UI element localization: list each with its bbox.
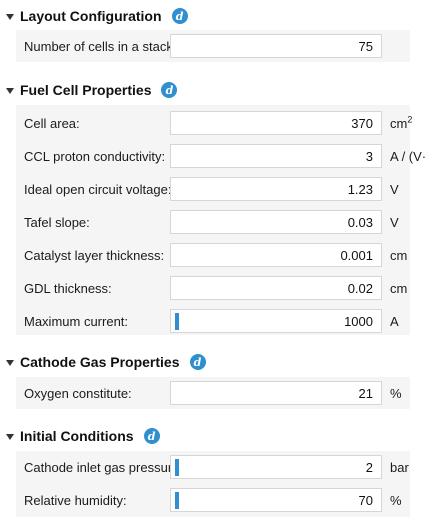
row-oxygen-constitute: Oxygen constitute: 21 % [16,377,410,409]
row-ccl-proton-conductivity: CCL proton conductivity: 3 A / (V·m) [16,140,426,172]
field-label: Catalyst layer thickness: [24,247,165,263]
collapse-arrow-icon[interactable] [6,433,14,440]
section-panel-initial-conditions: Cathode inlet gas pressure: 2 bar Relati… [16,451,410,517]
row-ideal-ocv: Ideal open circuit voltage: 1.23 V [16,173,410,205]
unit-label: cm2 [390,114,413,131]
collapse-arrow-icon[interactable] [6,87,14,94]
number-of-cells-input[interactable]: 75 [170,34,382,58]
row-cathode-inlet-gas-pressure: Cathode inlet gas pressure: 2 bar [16,451,410,483]
field-value: 70 [358,492,373,508]
section-title: Fuel Cell Properties [20,82,152,98]
info-icon[interactable]: d [143,428,160,444]
info-icon[interactable]: d [161,82,178,98]
row-cell-area: Cell area: 370 cm2 [16,107,413,139]
unit-label: A [390,313,399,329]
unit-label: bar [390,459,409,475]
field-value: 0.001 [340,247,373,263]
field-value: 21 [358,385,373,401]
field-value: 1000 [344,313,373,329]
ideal-open-circuit-voltage-input[interactable]: 1.23 [170,177,382,201]
unit-label: A / (V·m) [390,148,426,164]
field-label: Ideal open circuit voltage: [24,181,172,197]
field-label: CCL proton conductivity: [24,148,166,164]
field-label: Tafel slope: [24,214,90,230]
section-header-initial-conditions[interactable]: Initial Conditions d [6,424,160,448]
maximum-current-input[interactable]: 1000 [170,309,382,333]
tafel-slope-input[interactable]: 0.03 [170,210,382,234]
row-relative-humidity: Relative humidity: 70 % [16,484,410,516]
unit-label: cm [390,247,408,263]
row-gdl-thickness: GDL thickness: 0.02 cm [16,272,410,304]
unit-label: V [390,214,399,230]
relative-humidity-input[interactable]: 70 [170,488,382,512]
catalyst-layer-thickness-input[interactable]: 0.001 [170,243,382,267]
field-label: Maximum current: [24,313,129,329]
unit-label: % [390,492,402,508]
row-catalyst-layer-thickness: Catalyst layer thickness: 0.001 cm [16,239,410,271]
field-value: 1.23 [347,181,373,197]
row-number-of-cells: Number of cells in a stack: 75 [16,30,410,62]
parameter-marker[interactable] [175,313,179,330]
ccl-proton-conductivity-input[interactable]: 3 [170,144,382,168]
section-header-layout[interactable]: Layout Configuration d [6,4,188,28]
field-value: 370 [351,115,373,131]
row-maximum-current: Maximum current: 1000 A [16,305,410,337]
gdl-thickness-input[interactable]: 0.02 [170,276,382,300]
cathode-inlet-gas-pressure-input[interactable]: 2 [170,455,382,479]
unit-label: V [390,181,399,197]
collapse-arrow-icon[interactable] [6,359,14,366]
field-value: 2 [365,459,373,475]
unit-label: % [390,385,402,401]
field-label: Cell area: [24,115,80,131]
parameter-marker[interactable] [175,492,179,509]
parameter-marker[interactable] [175,459,179,476]
cell-area-input[interactable]: 370 [170,111,382,135]
section-panel-cathode-gas: Oxygen constitute: 21 % [16,377,410,409]
info-icon[interactable]: d [189,354,206,370]
section-title: Cathode Gas Properties [20,354,180,370]
section-panel-layout: Number of cells in a stack: 75 [16,30,410,62]
field-value: 0.03 [347,214,373,230]
row-tafel-slope: Tafel slope: 0.03 V [16,206,410,238]
field-value: 3 [365,148,373,164]
field-value: 75 [358,38,373,54]
field-label: GDL thickness: [24,280,112,296]
field-label: Number of cells in a stack: [24,38,177,54]
field-label: Relative humidity: [24,492,127,508]
section-header-cathode-gas[interactable]: Cathode Gas Properties d [6,350,206,374]
section-title: Initial Conditions [20,428,134,444]
section-title: Layout Configuration [20,8,162,24]
field-label: Cathode inlet gas pressure: [24,459,183,475]
info-icon[interactable]: d [171,8,188,24]
field-value: 0.02 [347,280,373,296]
unit-label: cm [390,280,408,296]
oxygen-constitute-input[interactable]: 21 [170,381,382,405]
collapse-arrow-icon[interactable] [6,13,14,20]
section-header-fuel-cell[interactable]: Fuel Cell Properties d [6,78,178,102]
field-label: Oxygen constitute: [24,385,132,401]
section-panel-fuel-cell: Cell area: 370 cm2 CCL proton conductivi… [16,105,426,337]
